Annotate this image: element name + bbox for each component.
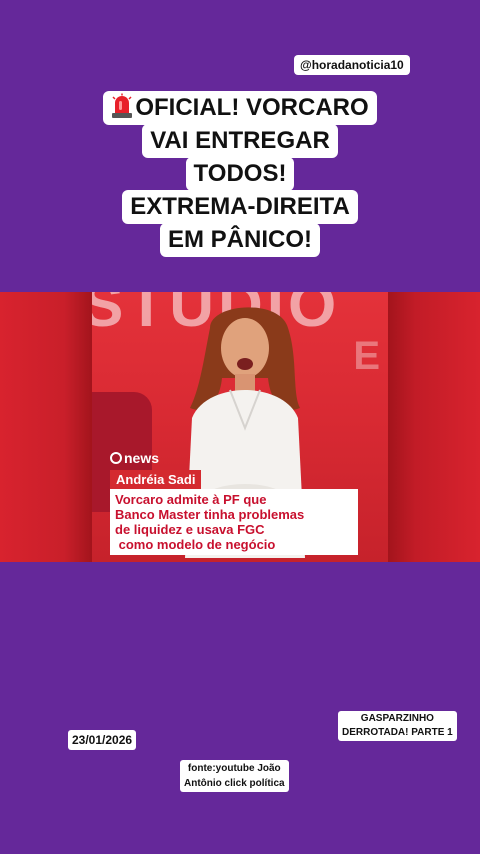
headline-line-5: EM PÂNICO! [160, 223, 320, 257]
video-frame[interactable]: STUDIO E news Andréia Sadi Vorcaro admit… [0, 292, 480, 562]
police-siren-icon [112, 93, 133, 118]
news-logo: news [110, 450, 159, 466]
account-handle: @horadanoticia10 [294, 55, 410, 75]
studio-background-letters: E [353, 334, 380, 378]
headline-line-2: VAI ENTREGAR [142, 124, 338, 158]
date-label: 23/01/2026 [68, 730, 137, 750]
news-caption: Vorcaro admite à PF que Banco Master tin… [110, 489, 358, 555]
video-blur-right [388, 292, 480, 562]
headline: OFICIAL! VORCARO VAI ENTREGAR TODOS! EXT… [0, 91, 480, 257]
presenter-name: Andréia Sadi [110, 470, 202, 489]
caption-line: de liquidez e usava FGC [115, 522, 265, 537]
part-label: GASPARZINHO DERROTADA! PARTE 1 [338, 711, 457, 741]
headline-line-1: OFICIAL! VORCARO [103, 91, 377, 125]
headline-line-4: EXTREMA-DIREITA [122, 190, 358, 224]
video-blur-left [0, 292, 92, 562]
source-label: fonte:youtube João Antônio click polític… [180, 760, 289, 792]
headline-line-3: TODOS! [185, 157, 295, 191]
caption-line: Vorcaro admite à PF que [115, 492, 267, 507]
globe-icon [110, 452, 122, 464]
caption-line: como modelo de negócio [115, 537, 276, 552]
caption-line: Banco Master tinha problemas [115, 507, 305, 522]
video-content: STUDIO E news Andréia Sadi Vorcaro admit… [92, 292, 388, 562]
